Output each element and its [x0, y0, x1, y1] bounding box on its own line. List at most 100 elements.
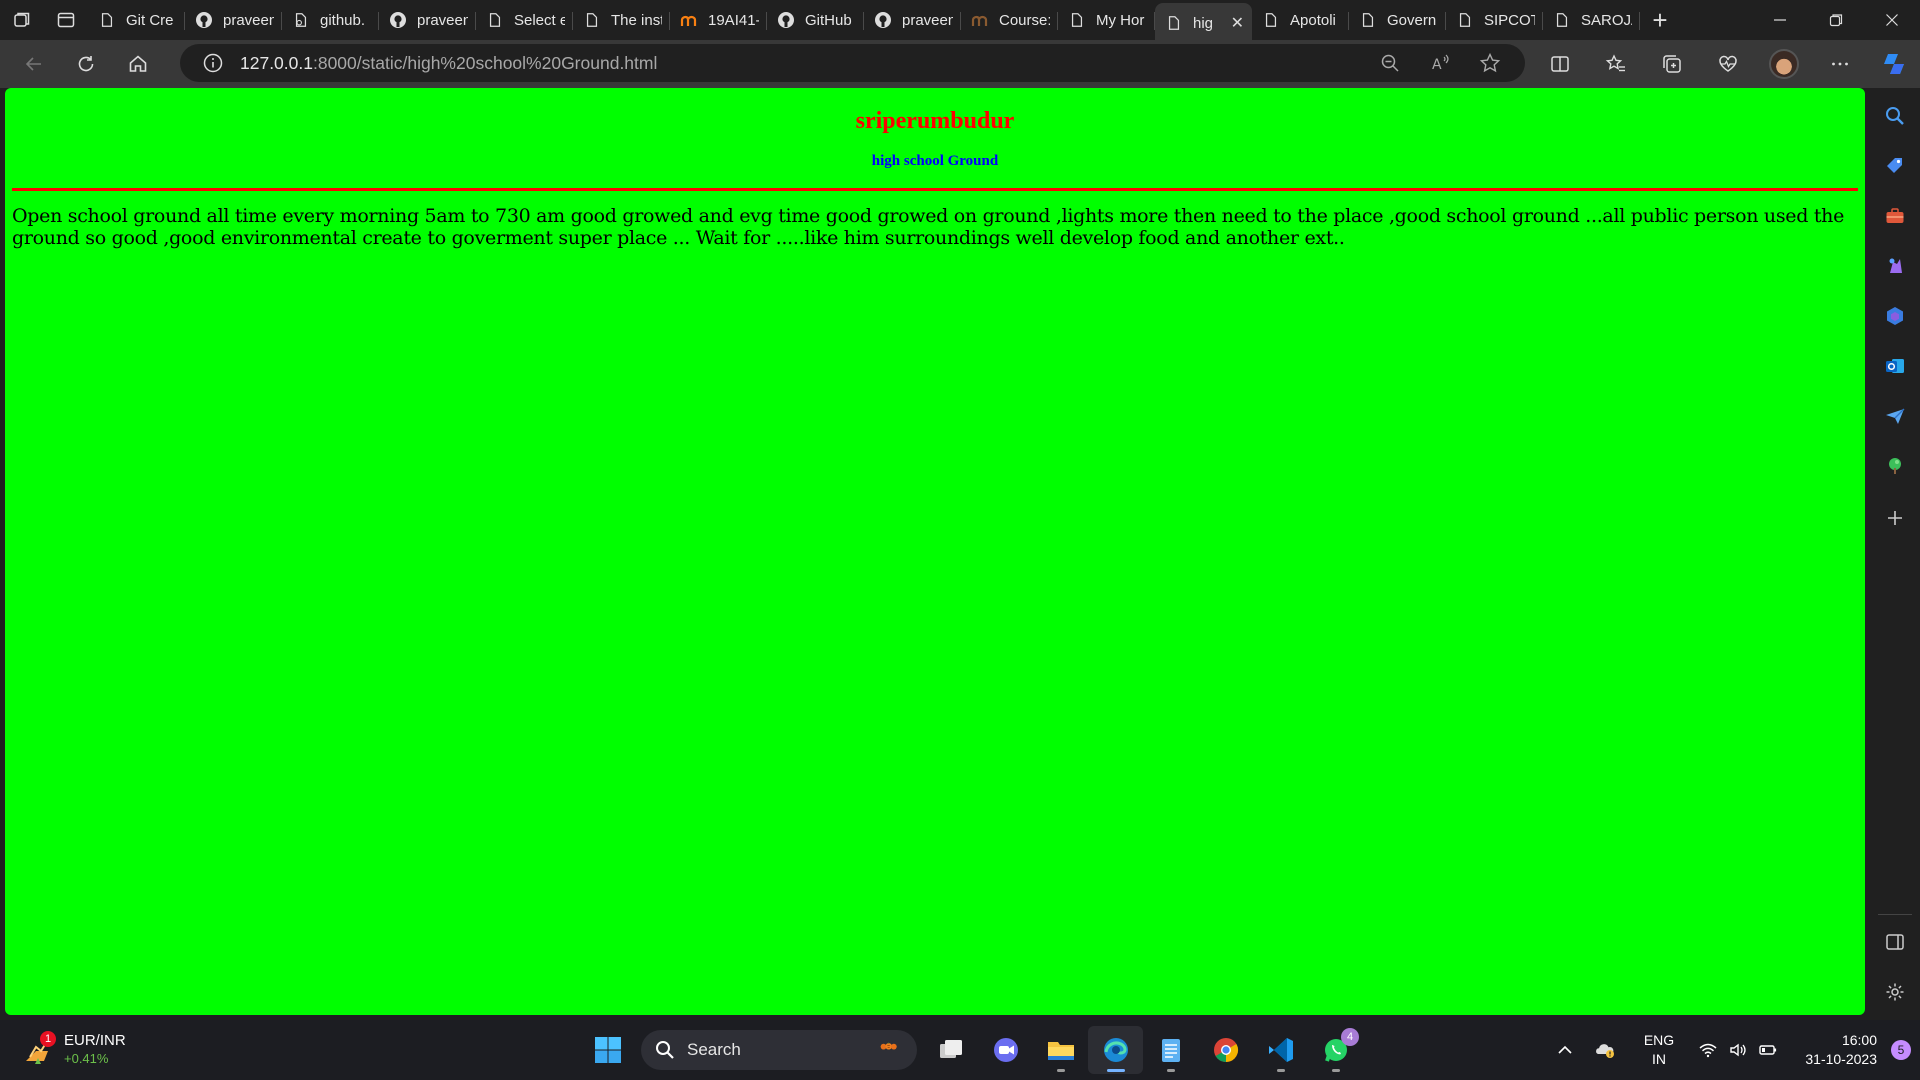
tab-active[interactable]: hig ✕ [1155, 3, 1252, 43]
horizontal-rule [12, 188, 1858, 191]
edge-browser-button[interactable] [1088, 1026, 1143, 1074]
page-viewport: sriperumbudur high school Ground Open sc… [5, 88, 1865, 1015]
site-info-icon[interactable] [202, 52, 224, 74]
tab[interactable]: Govern [1349, 3, 1446, 37]
page-icon [1165, 14, 1183, 32]
tools-icon[interactable] [1877, 198, 1913, 234]
tab-label: The inst [611, 11, 662, 29]
browser-essentials-icon[interactable] [1700, 42, 1756, 86]
whatsapp-badge: 4 [1341, 1028, 1359, 1046]
tab-label: Course: [999, 11, 1050, 29]
weather-widget[interactable]: 1 EUR/INR +0.41% [22, 1028, 162, 1072]
home-button[interactable] [112, 42, 164, 86]
input-language[interactable]: ENG IN [1631, 1031, 1687, 1069]
wifi-icon[interactable] [1693, 1020, 1723, 1080]
tab[interactable]: My Hor [1058, 3, 1155, 37]
page-icon [1553, 11, 1571, 29]
add-sidebar-app-icon[interactable] [1877, 500, 1913, 536]
page-icon [1456, 11, 1474, 29]
windows-taskbar: 1 EUR/INR +0.41% Search 4 ENG IN 16:00 3… [0, 1020, 1920, 1080]
minimize-button[interactable] [1752, 0, 1808, 40]
show-hidden-icons-chevron-up-icon[interactable] [1545, 1020, 1585, 1080]
games-icon[interactable] [1877, 248, 1913, 284]
svg-text:A: A [1432, 57, 1442, 73]
search-icon [656, 1041, 674, 1059]
task-view-button[interactable] [923, 1026, 978, 1074]
running-indicator [1166, 1069, 1175, 1072]
shopping-tag-icon[interactable] [1877, 148, 1913, 184]
halloween-pumpkin-icon [880, 1042, 897, 1050]
tab-label: Apotoli [1290, 11, 1336, 29]
tab[interactable]: Course: [961, 3, 1058, 37]
outlook-icon[interactable] [1877, 348, 1913, 384]
url-text[interactable]: 127.0.0.1:8000/static/high%20school%20Gr… [240, 53, 657, 74]
page-icon [1068, 11, 1086, 29]
read-aloud-icon[interactable]: A [1415, 44, 1465, 82]
hide-sidebar-icon[interactable] [1877, 924, 1913, 960]
clock-time: 16:00 [1841, 1032, 1877, 1048]
running-indicator [1276, 1069, 1285, 1072]
address-bar[interactable]: 127.0.0.1:8000/static/high%20school%20Gr… [180, 44, 1525, 82]
tab[interactable]: praveen [185, 3, 282, 37]
new-tab-button[interactable]: + [1640, 0, 1680, 40]
copilot-icon[interactable] [1876, 46, 1912, 82]
tab-label: hig [1193, 14, 1214, 32]
tab[interactable]: Select e [476, 3, 573, 37]
tab-label: praveen [902, 11, 953, 29]
notification-badge[interactable]: 5 [1891, 1040, 1911, 1060]
vscode-button[interactable] [1253, 1026, 1308, 1074]
tab[interactable]: Apotoli [1252, 3, 1349, 37]
close-icon[interactable]: ✕ [1231, 13, 1244, 33]
settings-menu-icon[interactable] [1812, 42, 1868, 86]
refresh-button[interactable] [60, 42, 112, 86]
favorite-star-icon[interactable] [1465, 44, 1515, 82]
tab-label: 19AI41- [708, 11, 759, 29]
sidebar-settings-gear-icon[interactable] [1877, 974, 1913, 1010]
collections-icon[interactable] [1644, 42, 1700, 86]
lang-region: IN [1652, 1051, 1666, 1067]
whatsapp-button[interactable]: 4 [1308, 1026, 1363, 1074]
tab[interactable]: 19AI41- [670, 3, 767, 37]
notepad-button[interactable] [1143, 1026, 1198, 1074]
restore-button[interactable] [1808, 0, 1864, 40]
teams-chat-button[interactable] [978, 1026, 1033, 1074]
file-explorer-button[interactable] [1033, 1026, 1088, 1074]
system-tray: ENG IN 16:00 31-10-2023 5 [1545, 1020, 1911, 1080]
tab[interactable]: praveen [864, 3, 961, 37]
volume-icon[interactable] [1723, 1020, 1753, 1080]
split-screen-icon[interactable] [1532, 42, 1588, 86]
battery-icon[interactable] [1753, 1020, 1783, 1080]
zoom-out-icon[interactable] [1365, 44, 1415, 82]
tab-label: Git Cre [126, 11, 174, 29]
close-window-button[interactable] [1864, 0, 1920, 40]
tab[interactable]: Git Cre [88, 3, 185, 37]
back-button[interactable] [8, 42, 60, 86]
vscode-icon [1268, 1038, 1293, 1062]
microsoft-365-icon[interactable] [1877, 298, 1913, 334]
video-chat-icon [993, 1038, 1018, 1062]
tab[interactable]: GitHub [767, 3, 864, 37]
tab[interactable]: SIPCOT [1446, 3, 1543, 37]
tab-actions-icon[interactable] [44, 0, 88, 40]
tab[interactable]: SAROJA [1543, 3, 1640, 37]
onedrive-warning-icon[interactable] [1585, 1020, 1625, 1080]
tab[interactable]: praveen [379, 3, 476, 37]
clock[interactable]: 16:00 31-10-2023 [1793, 1031, 1877, 1069]
chrome-icon [1213, 1038, 1238, 1062]
profile-avatar[interactable] [1756, 42, 1812, 86]
page-heading: sriperumbudur [855, 108, 1015, 134]
tab[interactable]: github. [282, 3, 379, 37]
tab[interactable]: The inst [573, 3, 670, 37]
start-button[interactable] [580, 1026, 635, 1074]
avatar [1769, 49, 1799, 79]
chrome-button[interactable] [1198, 1026, 1253, 1074]
favorites-icon[interactable] [1588, 42, 1644, 86]
taskbar-search[interactable]: Search [641, 1030, 917, 1070]
widget-badge: 1 [40, 1031, 56, 1047]
drop-send-icon[interactable] [1877, 398, 1913, 434]
tree-icon[interactable] [1877, 448, 1913, 484]
search-icon[interactable] [1877, 98, 1913, 134]
edge-sidebar [1870, 88, 1920, 1020]
github-copilot-icon [292, 11, 310, 29]
workspaces-icon[interactable] [0, 0, 44, 40]
